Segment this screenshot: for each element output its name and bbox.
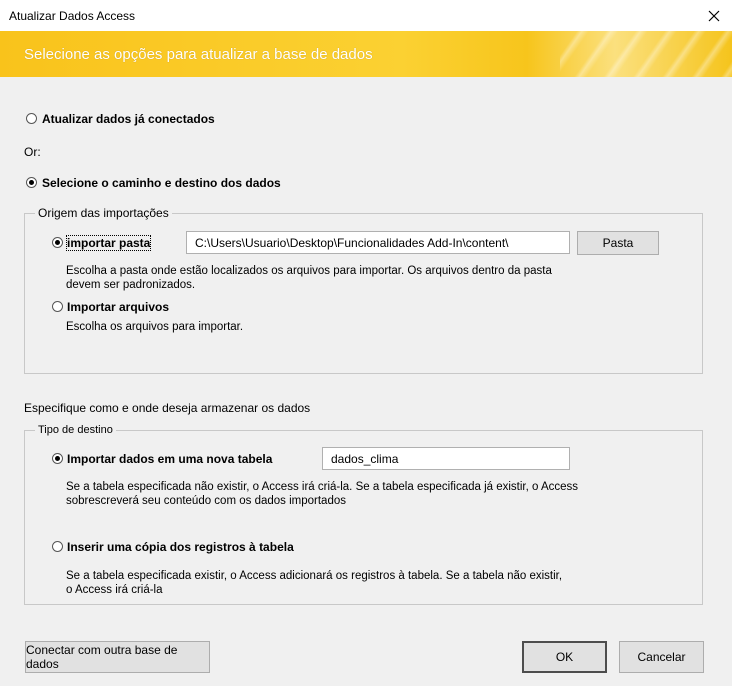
files-description: Escolha os arquivos para importar. [66, 321, 244, 333]
label-import-files[interactable]: Importar arquivos [67, 300, 169, 314]
radio-new-table[interactable] [52, 453, 63, 464]
label-update-connected[interactable]: Atualizar dados já conectados [42, 112, 215, 126]
folder-description-line2: devem ser padronizados. [66, 279, 196, 291]
destination-legend: Tipo de destino [35, 424, 116, 436]
close-button[interactable] [696, 0, 732, 31]
or-label: Or: [24, 145, 41, 159]
ok-button[interactable]: OK [522, 641, 607, 673]
storage-label: Especifique como e onde deseja armazenar… [24, 401, 311, 415]
table-name-input[interactable]: dados_clima [322, 447, 570, 470]
radio-import-folder[interactable] [52, 237, 63, 248]
close-icon [708, 10, 720, 21]
radio-insert-copy[interactable] [52, 541, 63, 552]
banner-heading: Selecione as opções para atualizar a bas… [24, 46, 373, 63]
label-import-folder[interactable]: importar pasta [65, 235, 152, 251]
insert-description-line1: Se a tabela especificada existir, o Acce… [66, 570, 563, 582]
label-insert-copy[interactable]: Inserir uma cópia dos registros à tabela [67, 540, 294, 554]
label-new-table[interactable]: Importar dados em uma nova tabela [67, 452, 272, 466]
origin-legend: Origem das importações [35, 206, 172, 220]
radio-import-files[interactable] [52, 301, 63, 312]
folder-browse-button[interactable]: Pasta [577, 231, 659, 255]
radio-select-path[interactable] [26, 177, 37, 188]
folder-description-line1: Escolha a pasta onde estão localizados o… [66, 265, 552, 277]
window-title: Atualizar Dados Access [9, 9, 136, 23]
insert-description-line2: o Access irá criá-la [66, 584, 163, 596]
folder-path-input[interactable]: C:\Users\Usuario\Desktop\Funcionalidades… [186, 231, 570, 254]
cancel-button[interactable]: Cancelar [619, 641, 704, 673]
new-table-description-line2: sobrescreverá seu conteúdo com os dados … [66, 495, 346, 507]
banner-decoration [560, 31, 732, 77]
new-table-description-line1: Se a tabela especificada não existir, o … [66, 481, 579, 493]
connect-other-database-button[interactable]: Conectar com outra base de dados [25, 641, 210, 673]
radio-update-connected[interactable] [26, 113, 37, 124]
label-select-path[interactable]: Selecione o caminho e destino dos dados [42, 176, 281, 190]
